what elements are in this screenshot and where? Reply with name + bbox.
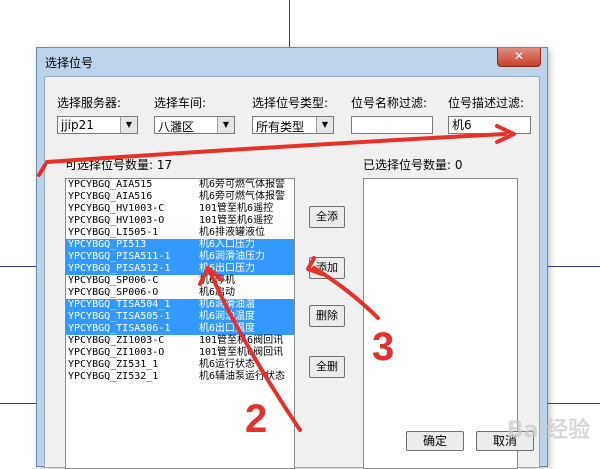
annotation-number-3: 3	[372, 325, 394, 369]
annotation-arrow-add	[312, 266, 380, 320]
annotation-number-2: 2	[245, 397, 267, 441]
annotation-layer: 2 3	[37, 124, 516, 441]
annotation-arrow-add-head	[306, 256, 324, 276]
annotation-arrow-top	[45, 132, 507, 164]
annotation-stroke-1	[37, 163, 47, 177]
